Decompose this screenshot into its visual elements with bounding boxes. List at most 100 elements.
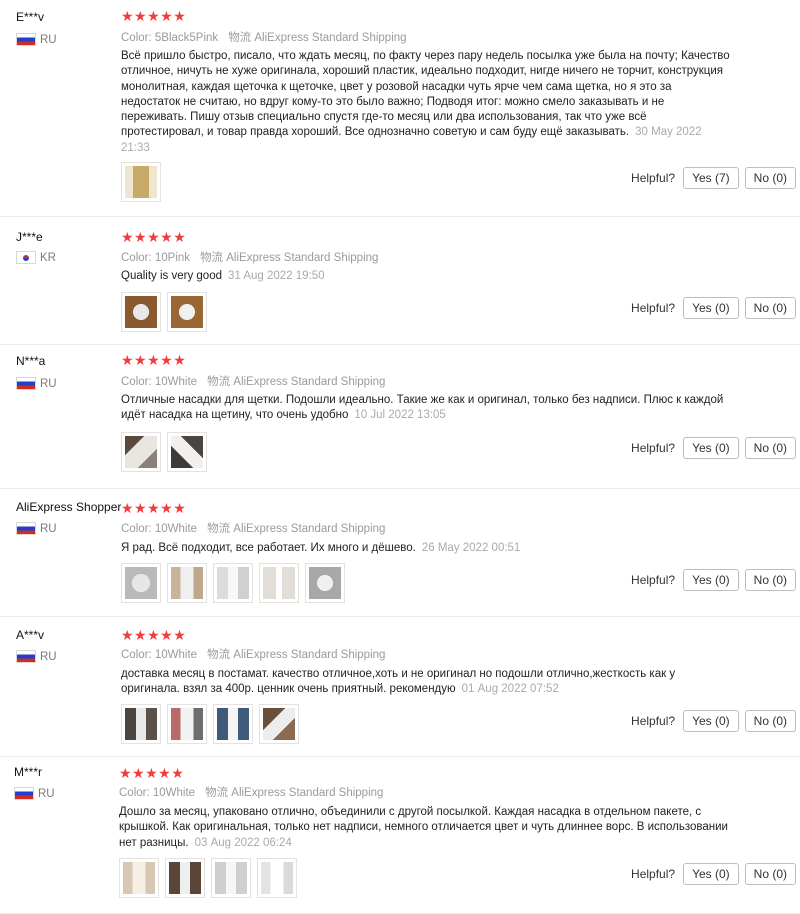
helpful-yes-button[interactable]: Yes (0)	[683, 569, 739, 591]
review-photo[interactable]	[121, 162, 161, 202]
review-meta: Color: 10Pink 物流 AliExpress Standard Ship…	[121, 252, 379, 264]
shipping-method: AliExpress Standard Shipping	[226, 252, 379, 264]
sku-color: 10White	[154, 649, 198, 661]
review-item: E***v RU ★★★★★ Color: 5Black5Pink 物流 AliE…	[0, 0, 800, 217]
helpful-no-button[interactable]: No (0)	[744, 167, 796, 189]
review-photos	[121, 704, 299, 744]
review-photos	[121, 563, 345, 603]
review-item: N***a RU ★★★★★ Color: 10White 物流 AliExpre…	[0, 344, 800, 489]
review-photo[interactable]	[167, 292, 207, 332]
south-korea-flag-icon	[16, 251, 36, 264]
star-rating: ★★★★★	[121, 8, 187, 24]
star-rating: ★★★★★	[121, 352, 187, 368]
star-rating: ★★★★★	[121, 500, 187, 516]
review-text: Quality is very good 31 Aug 2022 19:50	[121, 270, 325, 282]
review-text: Отличные насадки для щетки. Подошли идеа…	[121, 394, 724, 422]
review-photo[interactable]	[121, 563, 161, 603]
country-code: RU	[40, 650, 57, 663]
review-date: 31 Aug 2022 19:50	[228, 270, 325, 282]
helpful-label: Helpful?	[631, 867, 676, 881]
review-meta: Color: 10White 物流 AliExpress Standard Shi…	[121, 376, 386, 388]
review-meta: Color: 10White 物流 AliExpress Standard Shi…	[119, 787, 384, 799]
reviewer-name: N***a	[16, 354, 46, 368]
review-date: 26 May 2022 00:51	[421, 542, 521, 554]
reviewer-country: RU	[16, 33, 57, 46]
shipping-method: AliExpress Standard Shipping	[233, 523, 386, 535]
review-photos	[121, 162, 161, 202]
reviewer-country: RU	[16, 650, 57, 663]
helpful-no-button[interactable]: No (0)	[744, 437, 796, 459]
russia-flag-icon	[16, 522, 36, 535]
review-meta: Color: 10White 物流 AliExpress Standard Shi…	[121, 523, 386, 535]
review-photo[interactable]	[259, 563, 299, 603]
review-photos	[121, 292, 207, 332]
helpful-vote: Helpful? Yes (0) No (0)	[631, 569, 796, 591]
review-photo[interactable]	[305, 563, 345, 603]
review-photo[interactable]	[167, 704, 207, 744]
sku-color: 5Black5Pink	[154, 32, 219, 44]
review-date: 10 Jul 2022 13:05	[354, 409, 446, 422]
sku-color: 10White	[152, 787, 196, 799]
reviewer-country: RU	[16, 377, 57, 390]
country-code: RU	[40, 377, 57, 390]
review-photo[interactable]	[167, 563, 207, 603]
helpful-label: Helpful?	[631, 171, 676, 185]
review-photo[interactable]	[165, 858, 205, 898]
shipping-method: AliExpress Standard Shipping	[231, 787, 384, 799]
shipping-method: AliExpress Standard Shipping	[233, 649, 386, 661]
helpful-no-button[interactable]: No (0)	[744, 863, 796, 885]
review-photo[interactable]	[119, 858, 159, 898]
sku-color: 10White	[154, 523, 198, 535]
helpful-label: Helpful?	[631, 301, 676, 315]
helpful-no-button[interactable]: No (0)	[744, 297, 796, 319]
review-photo[interactable]	[121, 292, 161, 332]
review-photo[interactable]	[121, 704, 161, 744]
review-text: доставка месяц в постамат. качество отли…	[121, 668, 676, 696]
star-rating: ★★★★★	[119, 765, 185, 781]
helpful-no-button[interactable]: No (0)	[744, 710, 796, 732]
review-item: M***r RU ★★★★★ Color: 10White 物流 AliExpre…	[0, 756, 800, 914]
shipping-method: AliExpress Standard Shipping	[233, 376, 386, 388]
review-photos	[121, 432, 207, 472]
helpful-yes-button[interactable]: Yes (0)	[683, 297, 739, 319]
reviewer-name: M***r	[14, 765, 43, 779]
review-photo[interactable]	[257, 858, 297, 898]
country-code: RU	[38, 787, 55, 800]
reviewer-country: KR	[16, 251, 56, 264]
reviewer-name: A***v	[16, 628, 45, 642]
helpful-label: Helpful?	[631, 573, 676, 587]
review-photo[interactable]	[167, 432, 207, 472]
helpful-yes-button[interactable]: Yes (0)	[683, 710, 739, 732]
review-text: Всё пришло быстро, писало, что ждать мес…	[121, 50, 730, 154]
review-photo[interactable]	[211, 858, 251, 898]
country-code: KR	[40, 251, 56, 264]
review-photos	[119, 858, 297, 898]
russia-flag-icon	[16, 33, 36, 46]
review-date: 03 Aug 2022 06:24	[194, 836, 292, 849]
review-photo[interactable]	[259, 704, 299, 744]
sku-color: 10White	[154, 376, 198, 388]
reviewer-country: RU	[16, 522, 57, 535]
helpful-label: Helpful?	[631, 441, 676, 455]
helpful-vote: Helpful? Yes (0) No (0)	[631, 710, 796, 732]
review-meta: Color: 5Black5Pink 物流 AliExpress Standard…	[121, 32, 407, 44]
helpful-vote: Helpful? Yes (0) No (0)	[631, 863, 796, 885]
helpful-yes-button[interactable]: Yes (0)	[683, 863, 739, 885]
country-code: RU	[40, 522, 57, 535]
reviewer-name: E***v	[16, 10, 45, 24]
review-text: Я рад. Всё подходит, все работает. Их мн…	[121, 542, 521, 554]
star-rating: ★★★★★	[121, 627, 187, 643]
review-photo[interactable]	[213, 704, 253, 744]
review-item: J***e KR ★★★★★ Color: 10Pink 物流 AliExpres…	[0, 216, 800, 345]
helpful-yes-button[interactable]: Yes (0)	[683, 437, 739, 459]
review-photo[interactable]	[121, 432, 161, 472]
helpful-yes-button[interactable]: Yes (7)	[683, 167, 739, 189]
russia-flag-icon	[16, 377, 36, 390]
russia-flag-icon	[14, 787, 34, 800]
reviewer-name: AliExpress Shopper	[16, 500, 122, 514]
review-date: 01 Aug 2022 07:52	[461, 683, 559, 696]
review-photo[interactable]	[213, 563, 253, 603]
review-meta: Color: 10White 物流 AliExpress Standard Shi…	[121, 649, 386, 661]
country-code: RU	[40, 33, 57, 46]
helpful-no-button[interactable]: No (0)	[744, 569, 796, 591]
